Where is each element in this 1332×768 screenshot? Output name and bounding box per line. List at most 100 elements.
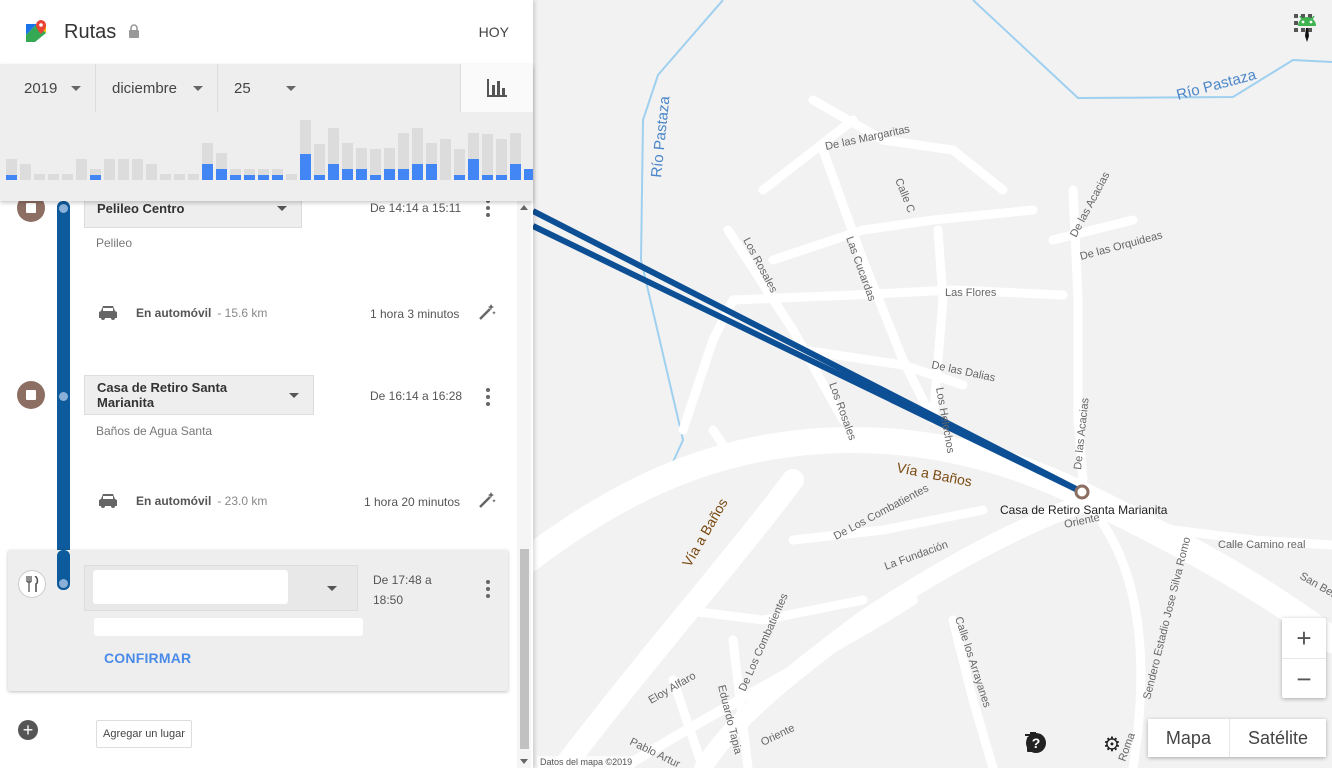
zoom-in-button[interactable]: + <box>1282 618 1326 658</box>
movement-row[interactable]: En automóvil - 23.0 km <box>98 493 267 509</box>
histogram-bar-idle[interactable] <box>328 128 339 164</box>
add-place-button[interactable]: Agregar un lugar <box>96 720 192 748</box>
place-name-input[interactable] <box>93 570 288 604</box>
histogram-bar-active[interactable] <box>202 164 213 180</box>
histogram-bar-active[interactable] <box>328 164 339 180</box>
histogram-bar-idle[interactable] <box>342 143 353 169</box>
histogram-bar-active[interactable] <box>216 169 227 180</box>
histogram-bar-active[interactable] <box>384 169 395 180</box>
histogram-bar-idle[interactable] <box>468 133 479 159</box>
histogram-bar-idle[interactable] <box>440 139 451 180</box>
histogram-bar-idle[interactable] <box>188 174 199 180</box>
histogram-bar-idle[interactable] <box>370 149 381 175</box>
histogram-bar-idle[interactable] <box>34 174 45 180</box>
histogram-bar-idle[interactable] <box>356 148 367 169</box>
histogram-bar-idle[interactable] <box>202 143 213 164</box>
histogram-bar-active[interactable] <box>370 175 381 180</box>
histogram-bar-active[interactable] <box>412 164 423 180</box>
chevron-down-icon <box>71 85 81 91</box>
histogram-bar-active[interactable] <box>272 175 283 180</box>
histogram-bar-active[interactable] <box>454 175 465 180</box>
timeline-scrollbar[interactable] <box>517 201 531 768</box>
scrollbar-thumb[interactable] <box>520 549 529 749</box>
histogram-bar-idle[interactable] <box>90 169 101 175</box>
map-type-map-button[interactable]: Mapa <box>1148 719 1229 757</box>
histogram-bar-active[interactable] <box>342 169 353 180</box>
month-select[interactable]: diciembre <box>96 64 218 112</box>
timeline-dot <box>59 579 68 588</box>
place-select-santa-marianita[interactable]: Casa de Retiro Santa Marianita <box>84 375 314 415</box>
histogram-bar-idle[interactable] <box>132 159 143 180</box>
histogram-bar-idle[interactable] <box>286 174 297 180</box>
histogram-bar-active[interactable] <box>6 175 17 180</box>
histogram-bar-idle[interactable] <box>426 143 437 164</box>
histogram-bar-idle[interactable] <box>76 159 87 180</box>
histogram-bar-idle[interactable] <box>482 134 493 175</box>
place-search-select[interactable] <box>84 565 358 611</box>
movement-row[interactable]: En automóvil - 15.6 km <box>98 305 267 321</box>
scroll-down-arrow-icon[interactable] <box>520 759 528 764</box>
histogram-bar-active[interactable] <box>398 169 409 180</box>
histogram-bar-idle[interactable] <box>272 169 283 175</box>
year-select[interactable]: 2019 <box>0 64 96 112</box>
histogram-bar-active[interactable] <box>258 175 269 180</box>
histogram-bar-idle[interactable] <box>496 139 507 175</box>
histogram-bar-idle[interactable] <box>230 169 241 175</box>
histogram-bar-idle[interactable] <box>244 169 255 175</box>
histogram-bar-active[interactable] <box>300 154 311 180</box>
bar-chart-icon <box>487 79 507 97</box>
histogram-bar-active[interactable] <box>510 164 521 180</box>
histogram-bar-idle[interactable] <box>118 159 129 180</box>
histogram-bar-active[interactable] <box>356 169 367 180</box>
place-address-input[interactable] <box>94 618 363 636</box>
edit-magic-wand-icon[interactable] <box>478 303 496 326</box>
histogram-bar-active[interactable] <box>90 175 101 180</box>
histogram-bar-idle[interactable] <box>398 133 409 169</box>
histogram-bar-active[interactable] <box>230 175 241 180</box>
place-select-pelileo[interactable]: Pelileo Centro <box>84 201 302 228</box>
more-options-icon[interactable] <box>486 201 490 217</box>
histogram-bar-idle[interactable] <box>48 174 59 180</box>
histogram-bar-idle[interactable] <box>6 159 17 175</box>
histogram-bar-idle[interactable] <box>174 174 185 180</box>
map-type-switch: Mapa Satélite <box>1147 719 1326 757</box>
histogram-bar-idle[interactable] <box>510 133 521 164</box>
histogram-bar-active[interactable] <box>468 159 479 180</box>
street-label: Calle Camino real <box>1218 539 1305 551</box>
activity-histogram[interactable] <box>0 120 533 185</box>
edit-magic-wand-icon[interactable] <box>478 491 496 514</box>
histogram-bar-idle[interactable] <box>258 169 269 175</box>
destination-marker[interactable] <box>1074 484 1090 500</box>
day-select[interactable]: 25 <box>218 64 310 112</box>
today-button[interactable]: HOY <box>479 24 509 40</box>
add-circle-icon[interactable]: + <box>18 720 38 740</box>
histogram-bar-idle[interactable] <box>454 149 465 175</box>
histogram-bar-idle[interactable] <box>20 164 31 180</box>
histogram-bar-active[interactable] <box>524 169 533 180</box>
place-name: Pelileo Centro <box>97 201 185 216</box>
histogram-bar-active[interactable] <box>244 175 255 180</box>
histogram-bar-active[interactable] <box>496 175 507 180</box>
scroll-up-arrow-icon[interactable] <box>520 205 528 210</box>
histogram-bar-idle[interactable] <box>160 174 171 180</box>
histogram-bar-idle[interactable] <box>62 174 73 180</box>
android-avatar-icon[interactable] <box>1294 14 1320 46</box>
settings-gear-icon[interactable]: ⚙ <box>1101 732 1123 757</box>
histogram-bar-idle[interactable] <box>216 153 227 169</box>
histogram-bar-active[interactable] <box>482 175 493 180</box>
histogram-bar-active[interactable] <box>314 175 325 180</box>
histogram-bar-idle[interactable] <box>384 148 395 169</box>
map-canvas[interactable]: Río Pastaza Río Pastaza Vía a Baños Vía … <box>533 0 1332 768</box>
more-options-icon[interactable] <box>486 388 490 406</box>
histogram-bar-idle[interactable] <box>412 128 423 164</box>
histogram-bar-active[interactable] <box>426 164 437 180</box>
confirm-button[interactable]: CONFIRMAR <box>104 650 191 666</box>
histogram-bar-idle[interactable] <box>300 120 311 154</box>
stats-chart-button[interactable] <box>460 64 533 112</box>
map-type-satellite-button[interactable]: Satélite <box>1228 719 1326 757</box>
zoom-out-button[interactable]: − <box>1282 658 1326 699</box>
more-options-icon[interactable] <box>486 580 490 598</box>
histogram-bar-idle[interactable] <box>146 164 157 180</box>
histogram-bar-idle[interactable] <box>314 144 325 175</box>
histogram-bar-idle[interactable] <box>104 159 115 180</box>
